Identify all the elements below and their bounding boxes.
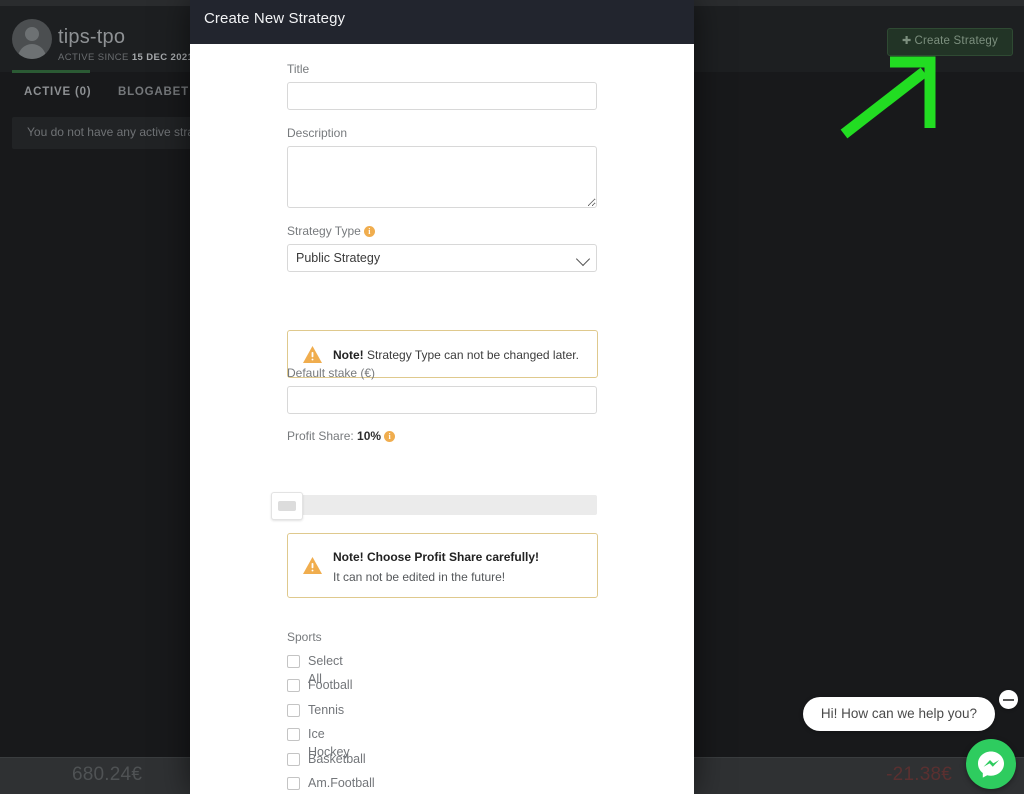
default-stake-label: Default stake (€): [287, 366, 376, 380]
sport-label: Football: [308, 678, 353, 693]
profit-share-slider-handle[interactable]: [271, 492, 303, 520]
minimize-icon: [1003, 699, 1014, 701]
tab-active[interactable]: ACTIVE (0): [24, 72, 91, 112]
checkbox-icon[interactable]: [287, 728, 300, 742]
chat-greeting-bubble[interactable]: Hi! How can we help you?: [802, 697, 995, 731]
empty-state-text: You do not have any active strat: [27, 125, 198, 139]
sport-label: Basketball: [308, 751, 366, 766]
checkbox-icon[interactable]: [287, 777, 300, 790]
create-strategy-label: Create Strategy: [914, 35, 998, 47]
checkbox-icon[interactable]: [287, 655, 300, 668]
strategy-type-label: Strategy Type i: [287, 224, 597, 238]
note-profit-share-bold: Note! Choose Profit Share carefully!: [333, 550, 540, 564]
tab-active-underline: [12, 70, 90, 73]
screen-root: tips-tpo ACTIVE SINCE 15 DEC 2021 ACTIVE…: [0, 0, 1024, 794]
description-textarea[interactable]: [287, 146, 597, 208]
profile-name: tips-tpo: [58, 26, 126, 48]
bottom-negative-value: -21.38€: [886, 764, 952, 785]
checkbox-icon[interactable]: [287, 703, 300, 717]
default-stake-input[interactable]: [287, 386, 597, 414]
title-input[interactable]: [287, 82, 597, 110]
warning-triangle-icon: [303, 346, 322, 363]
description-label: Description: [287, 126, 348, 140]
bottom-positive-value: 680.24€: [72, 764, 143, 785]
checkbox-icon[interactable]: [287, 752, 300, 766]
field-strategy-type: Strategy Typei Public StrategyPrivate St…: [287, 224, 597, 272]
active-since-date: 15 DEC 2021: [131, 52, 194, 63]
checkbox-icon[interactable]: [287, 679, 300, 693]
note-strategy-type-body: Strategy Type can not be changed later.: [363, 348, 579, 362]
profit-share-label: Profit Share: 10% i: [287, 429, 396, 443]
note-profit-share: Note! Choose Profit Share carefully! It …: [287, 533, 598, 598]
sports-label: Sports: [287, 630, 322, 644]
info-icon-profit-share[interactable]: i: [384, 431, 396, 442]
note-profit-share-title: Note! Choose Profit Share carefully!: [333, 549, 539, 565]
modal-title: Create New Strategy: [204, 10, 346, 27]
note-strategy-type-text: Note! Strategy Type can not be changed l…: [333, 347, 579, 363]
create-strategy-button[interactable]: ✚ Create Strategy: [887, 28, 1013, 56]
sport-label: Tennis: [308, 702, 345, 717]
create-strategy-modal: Create New Strategy Title Description St…: [190, 0, 694, 794]
user-avatar-icon[interactable]: [12, 19, 52, 59]
field-profit-share: Profit Share: 10% i: [287, 429, 396, 449]
modal-header: Create New Strategy: [190, 0, 694, 44]
note-strategy-type-bold: Note!: [333, 348, 364, 362]
profit-share-value: 10%: [357, 429, 382, 443]
warning-triangle-icon-2: [303, 557, 322, 574]
field-description: Description: [287, 126, 597, 213]
note-profit-share-sub: It can not be edited in the future!: [333, 570, 506, 584]
messenger-icon: [978, 751, 1004, 778]
strategy-type-select[interactable]: Public StrategyPrivate Strategy: [287, 244, 597, 272]
title-label: Title: [287, 62, 310, 76]
profit-share-label-prefix: Profit Share:: [287, 429, 354, 443]
sport-label: Am.Football: [308, 776, 375, 790]
info-icon[interactable]: i: [363, 226, 375, 237]
active-since-label: ACTIVE SINCE: [58, 52, 129, 63]
field-default-stake: Default stake (€): [287, 366, 597, 414]
profile-active-since: ACTIVE SINCE 15 DEC 2021: [58, 52, 193, 63]
chat-fab-button[interactable]: [966, 739, 1016, 789]
strategy-type-label-text: Strategy Type: [287, 224, 361, 238]
plus-icon: ✚: [902, 35, 912, 47]
chat-minimize-button[interactable]: [999, 690, 1018, 709]
field-title: Title: [287, 62, 597, 110]
profit-share-slider[interactable]: [271, 492, 597, 520]
